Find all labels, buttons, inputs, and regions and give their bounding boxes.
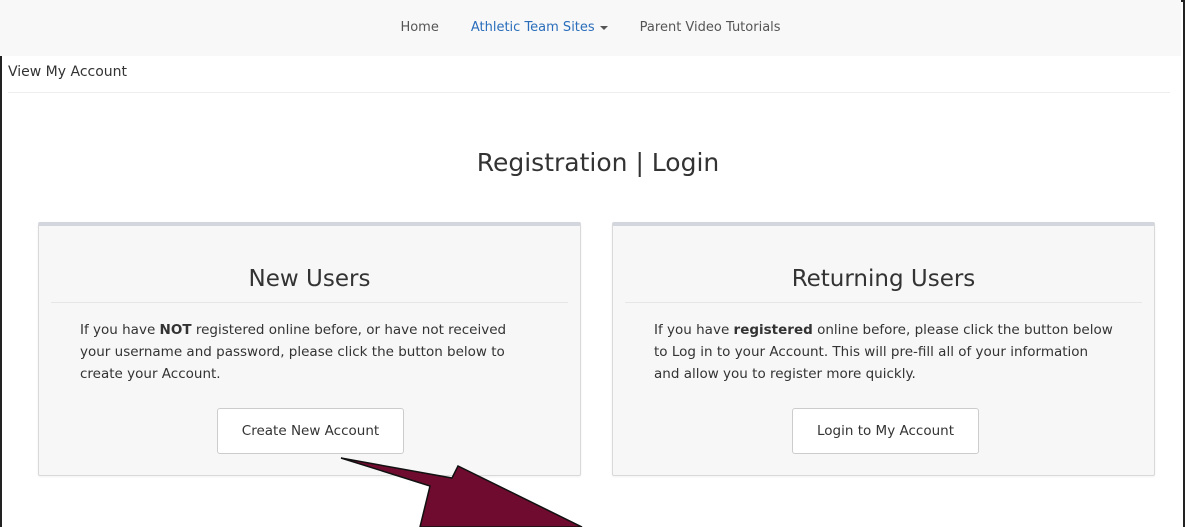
returning-users-title: Returning Users (791, 266, 976, 292)
new-users-panel: New Users If you have NOT registered onl… (38, 222, 581, 476)
create-new-account-button[interactable]: Create New Account (217, 408, 404, 454)
panel-divider (625, 302, 1142, 303)
new-users-title: New Users (248, 266, 371, 292)
panel-divider (51, 302, 568, 303)
top-navbar: Home Athletic Team Sites Parent Video Tu… (0, 0, 1181, 56)
new-users-text-bold: NOT (159, 322, 192, 338)
nav-athletic-team-sites-label: Athletic Team Sites (470, 20, 595, 35)
caret-down-icon (599, 25, 608, 30)
returning-users-description: If you have registered online before, pl… (654, 319, 1114, 385)
login-to-my-account-button[interactable]: Login to My Account (792, 408, 979, 454)
nav-home[interactable]: Home (384, 0, 454, 56)
new-users-text-before: If you have (80, 322, 160, 338)
returning-users-text-bold: registered (733, 322, 813, 338)
nav-athletic-team-sites[interactable]: Athletic Team Sites (455, 0, 624, 56)
new-users-description: If you have NOT registered online before… (80, 319, 540, 385)
returning-users-panel: Returning Users If you have registered o… (612, 222, 1155, 476)
page-title: Registration | Login (476, 148, 720, 177)
returning-users-text-before: If you have (654, 322, 734, 338)
view-my-account-link[interactable]: View My Account (8, 64, 1170, 93)
nav-parent-video-tutorials[interactable]: Parent Video Tutorials (624, 0, 797, 56)
